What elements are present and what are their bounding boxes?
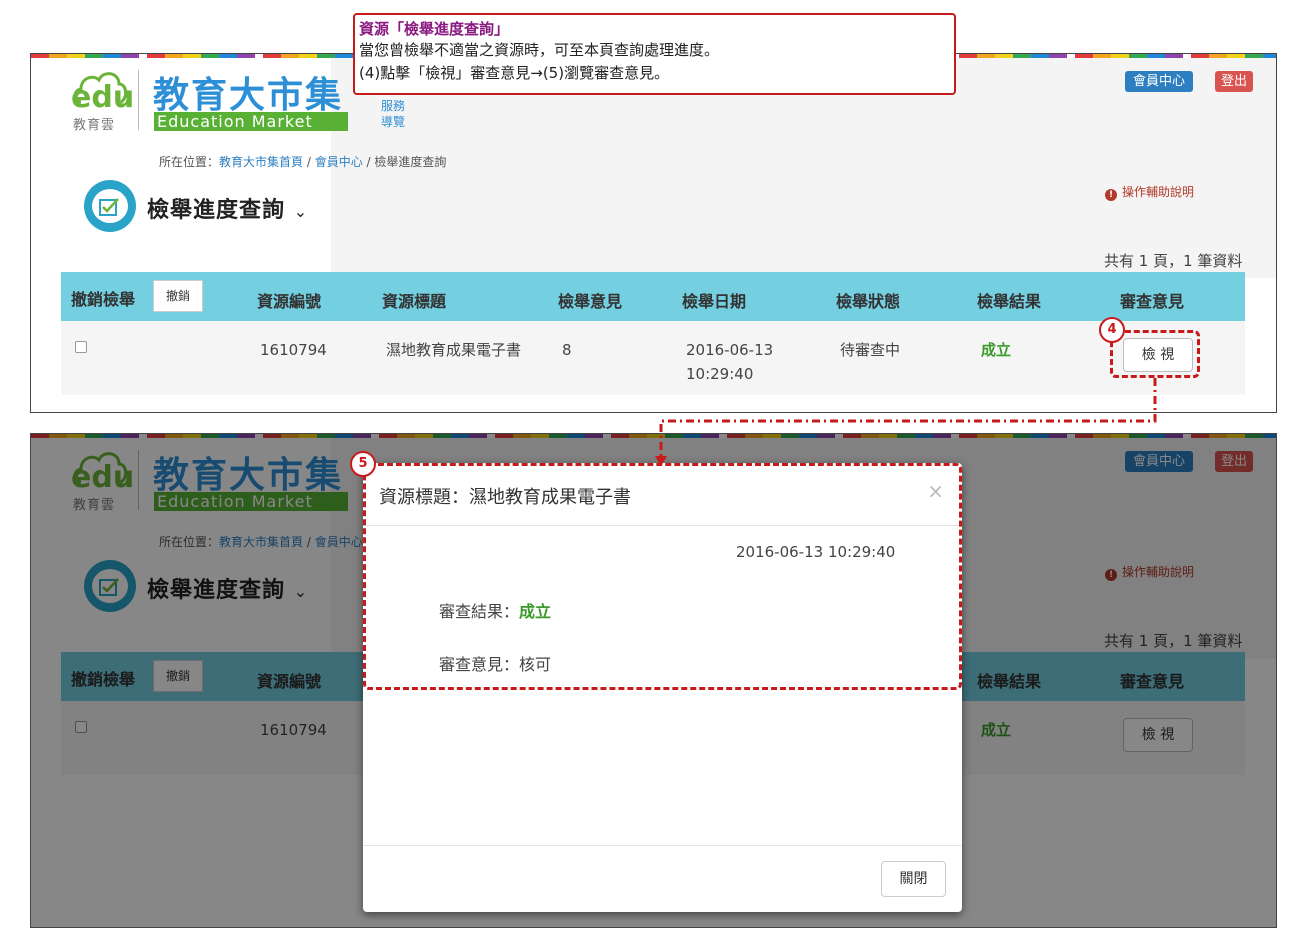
step5-highlight bbox=[363, 463, 962, 690]
step5-badge: 5 bbox=[350, 451, 376, 477]
step4-badge: 4 bbox=[1099, 317, 1125, 343]
